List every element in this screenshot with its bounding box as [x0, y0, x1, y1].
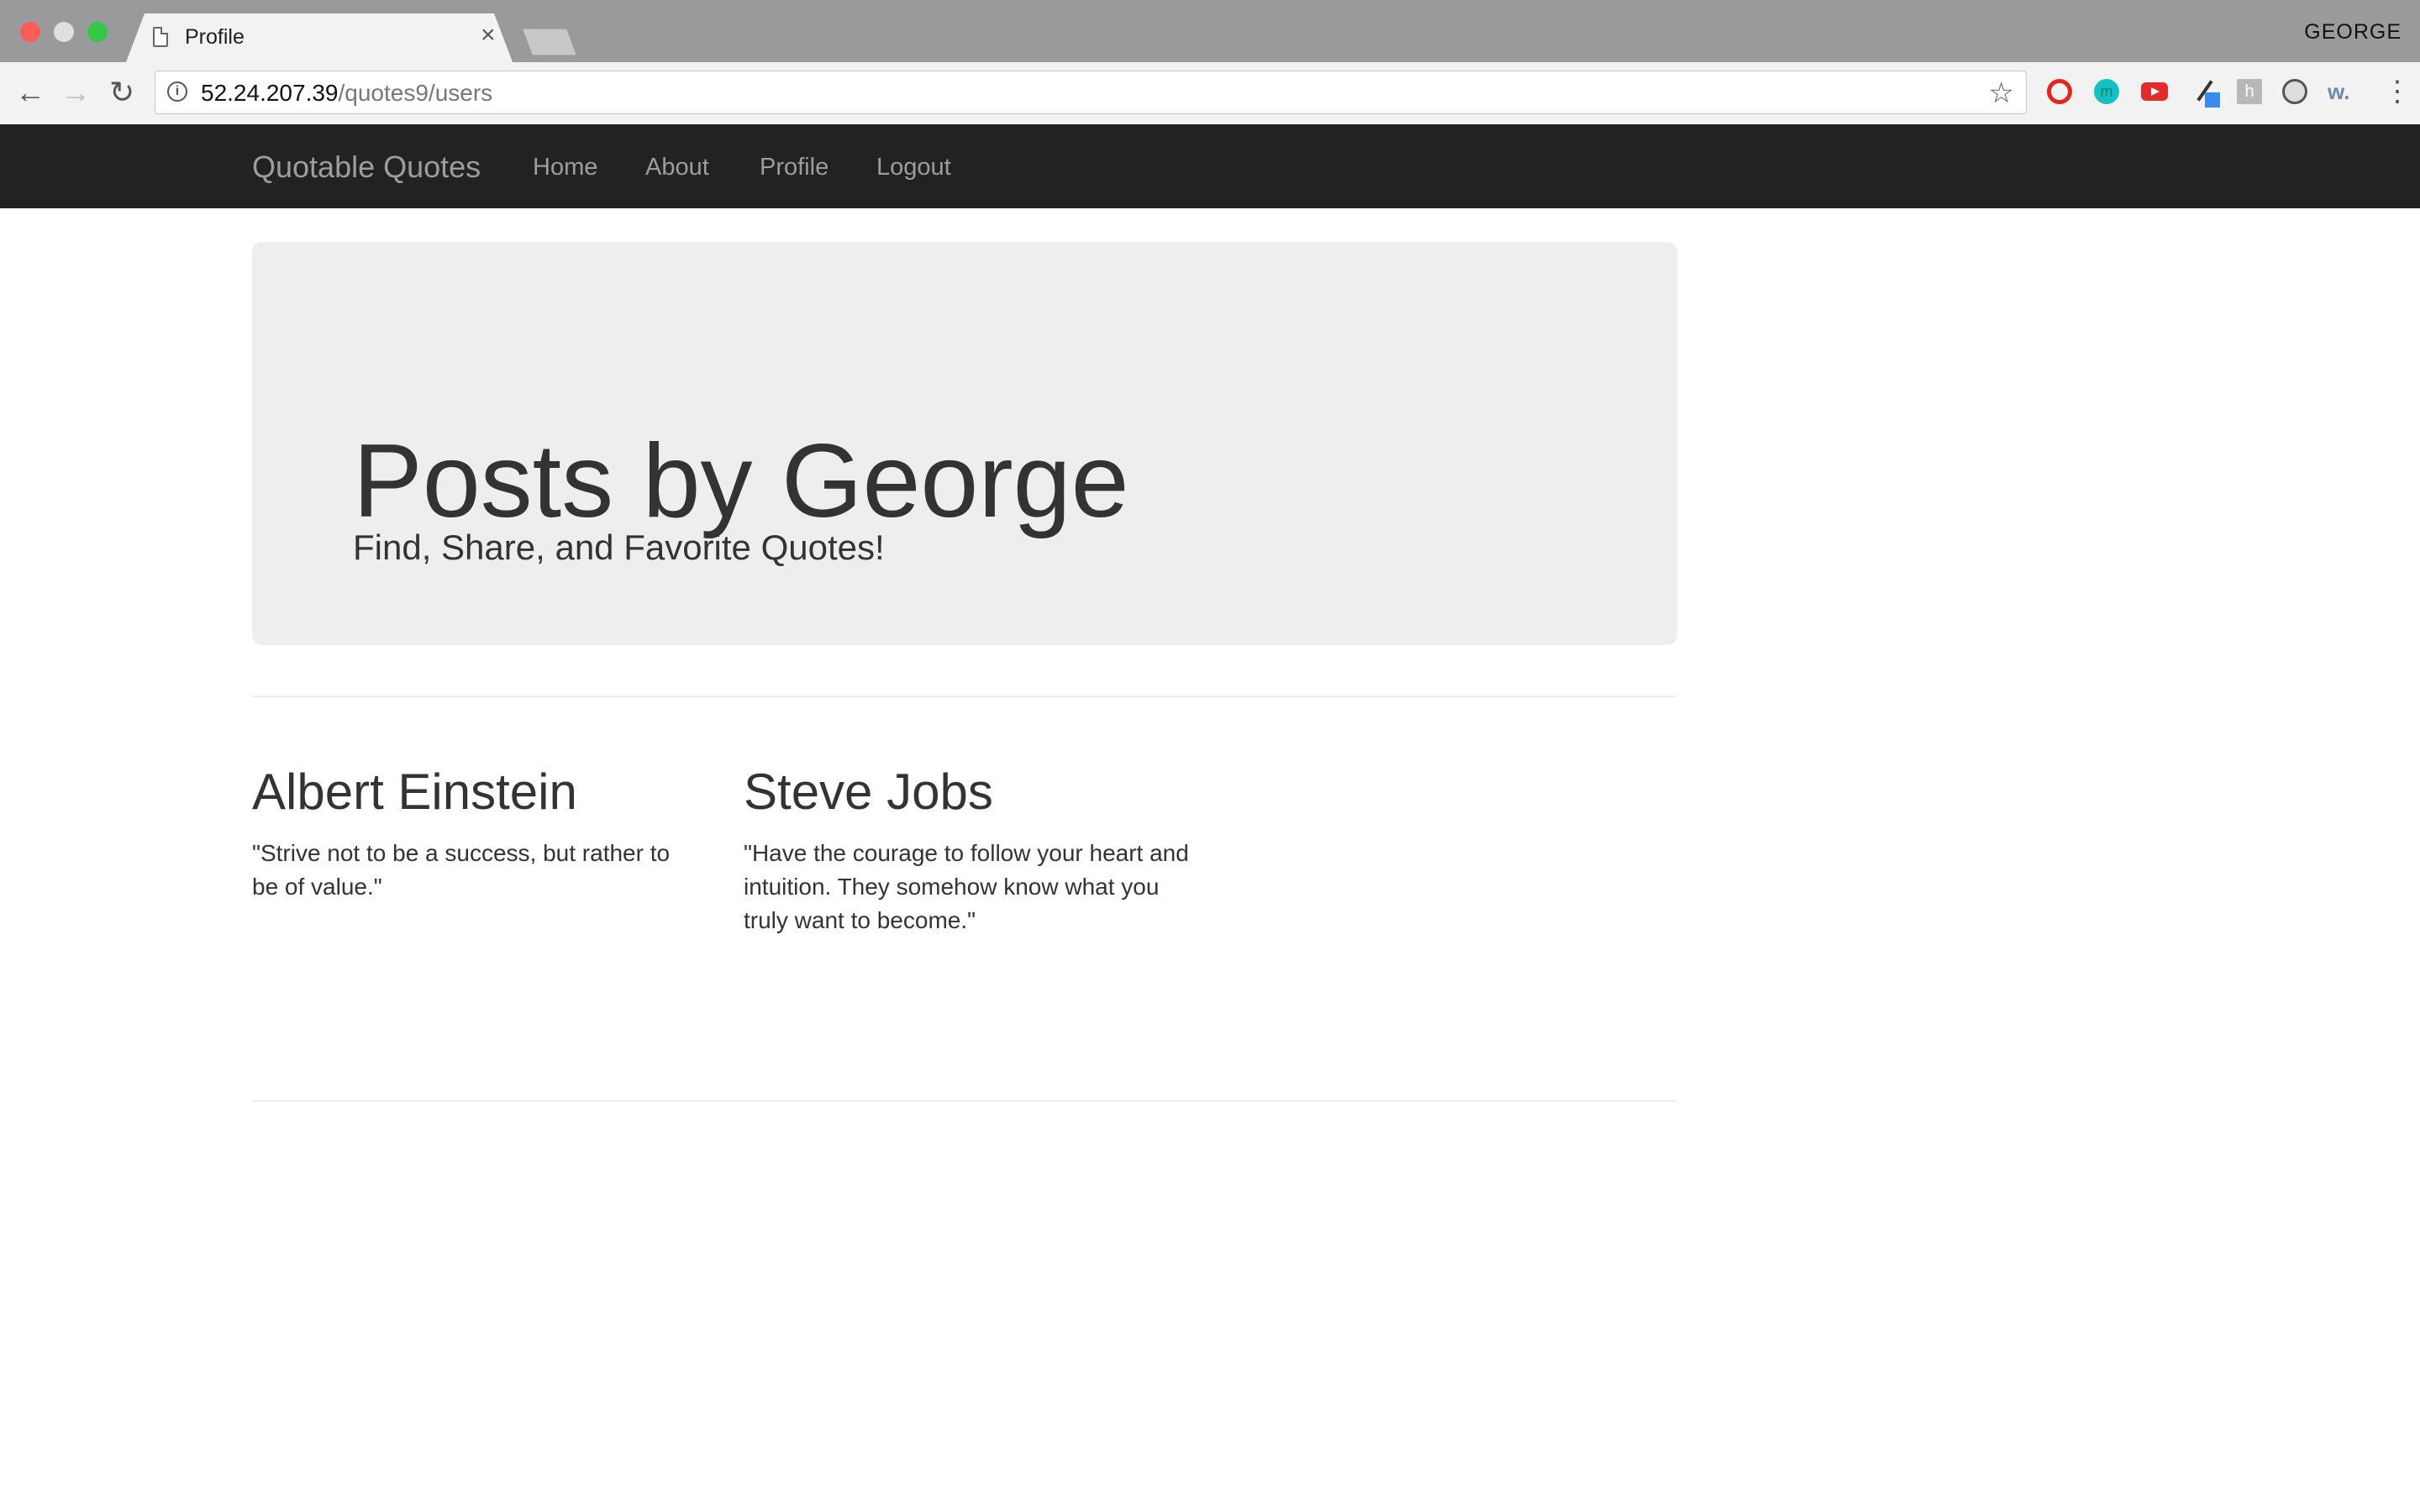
- divider: [252, 1100, 1677, 1102]
- m-extension-icon[interactable]: m: [2094, 79, 2119, 104]
- page-icon: [153, 27, 168, 47]
- quote-text: "Strive not to be a success, but rather …: [252, 840, 671, 900]
- browser-menu-icon[interactable]: ⋮: [2383, 77, 2412, 106]
- back-arrow-icon[interactable]: ←: [15, 77, 45, 108]
- site-navbar: Quotable Quotes Home About Profile Logou…: [0, 124, 2420, 208]
- nav-profile-link[interactable]: Profile: [760, 154, 829, 181]
- browser-profile-name[interactable]: GEORGE: [2304, 20, 2402, 45]
- page-title: Posts by George: [353, 423, 1129, 540]
- opera-extension-icon[interactable]: [2047, 79, 2072, 104]
- new-tab-button[interactable]: [523, 29, 576, 55]
- minimize-window-button[interactable]: [54, 22, 74, 42]
- url-text[interactable]: 52.24.207.39/quotes9/users: [201, 80, 492, 107]
- quote-card: Albert Einstein "Strive not to be a succ…: [252, 763, 697, 904]
- tab-title: Profile: [185, 25, 245, 49]
- quote-card: Steve Jobs "Have the courage to follow y…: [744, 763, 1189, 937]
- quote-author: Steve Jobs: [744, 764, 993, 820]
- h-extension-icon[interactable]: h: [2237, 79, 2262, 104]
- browser-tabstrip: Profile × GEORGE: [0, 0, 2420, 62]
- quote-author: Albert Einstein: [252, 764, 577, 820]
- youtube-extension-icon[interactable]: [2141, 82, 2168, 101]
- brand-link[interactable]: Quotable Quotes: [252, 150, 481, 185]
- bookmark-star-icon[interactable]: ☆: [1989, 76, 2014, 110]
- nav-logout-link[interactable]: Logout: [876, 154, 951, 181]
- address-bar[interactable]: i 52.24.207.39/quotes9/users ☆: [155, 71, 2027, 114]
- maximize-window-button[interactable]: [87, 22, 108, 42]
- url-path: /quotes9/users: [338, 80, 493, 106]
- url-host: 52.24.207.39: [201, 80, 339, 106]
- close-window-button[interactable]: [20, 22, 40, 42]
- w-extension-icon[interactable]: w.: [2328, 79, 2353, 104]
- forward-arrow-icon[interactable]: →: [60, 77, 91, 108]
- divider: [252, 696, 1677, 697]
- info-icon[interactable]: i: [167, 81, 187, 102]
- globe-extension-icon[interactable]: [2282, 79, 2307, 104]
- tab-profile[interactable]: [126, 13, 513, 62]
- nav-about-link[interactable]: About: [645, 154, 709, 181]
- nav-home-link[interactable]: Home: [533, 154, 597, 181]
- color-picker-extension-icon[interactable]: [2191, 79, 2220, 108]
- reload-icon[interactable]: ↻: [109, 77, 134, 108]
- quote-text: "Have the courage to follow your heart a…: [744, 840, 1189, 933]
- page-subtitle: Find, Share, and Favorite Quotes!: [353, 528, 885, 567]
- jumbotron: Posts by George Find, Share, and Favorit…: [252, 242, 1677, 645]
- tab-close-icon[interactable]: ×: [481, 23, 496, 48]
